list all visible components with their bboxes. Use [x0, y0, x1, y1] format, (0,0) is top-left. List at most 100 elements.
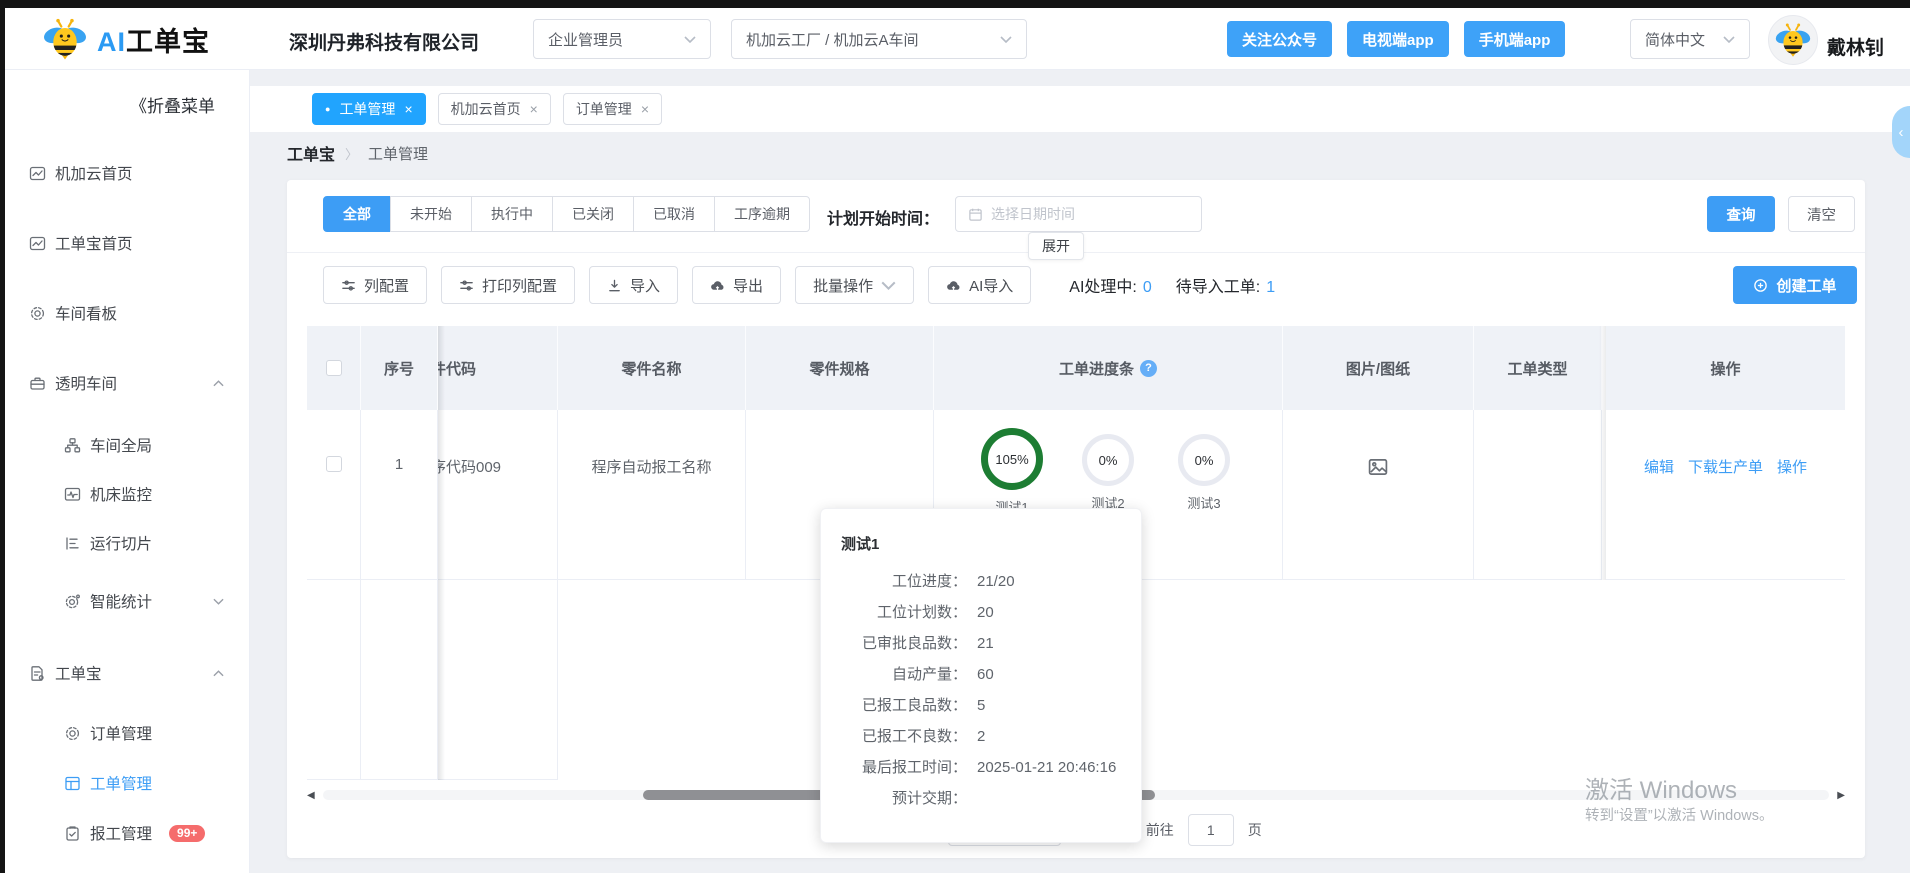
plan-start-time-label: 计划开始时间：	[827, 211, 940, 228]
fixed-columns-extension	[307, 580, 558, 780]
select-all-checkbox[interactable]	[325, 360, 342, 376]
tv-app-button[interactable]: 电视端app	[1347, 21, 1449, 57]
scroll-right-arrow-icon[interactable]: ▶	[1829, 790, 1845, 801]
follow-official-account-button[interactable]: 关注公众号	[1227, 21, 1333, 57]
tab-jijiayun-home[interactable]: 机加云首页 ×	[437, 93, 551, 125]
tab-order-management[interactable]: 订单管理 ×	[562, 93, 662, 125]
table-header: 序号 件代码 零件名称 零件规格 工单进度条 ? 图片/图纸 工单类型 操作	[307, 326, 1845, 410]
breadcrumb: 工单宝 〉 工单管理	[287, 141, 428, 165]
sidebar-item-machine-monitor[interactable]: 机床监控	[5, 479, 250, 509]
status-filter-cancelled[interactable]: 已取消	[633, 196, 715, 232]
role-select[interactable]: 企业管理员	[533, 19, 711, 59]
edit-link[interactable]: 编辑	[1644, 456, 1674, 477]
sliders-icon	[342, 279, 355, 291]
factory-workshop-select[interactable]: 机加云工厂 / 机加云A车间	[731, 19, 1027, 59]
calendar-icon	[969, 208, 982, 221]
sidebar: 《折叠菜单 机加云首页 工单宝首页 车间看板 透明车间 车间全局 机床监控 运行…	[5, 70, 250, 873]
batch-actions-button[interactable]: 批量操作	[795, 266, 915, 304]
progress-ring-0: 0%	[1178, 434, 1230, 486]
create-workorder-button[interactable]: 创建工单	[1733, 266, 1857, 304]
windows-activation-watermark-sub: 转到“设置”以激活 Windows。	[1585, 808, 1774, 824]
tooltip-row: 已报工良品数： 5	[861, 697, 986, 714]
sidebar-item-gongdanbao[interactable]: 工单宝	[5, 658, 250, 688]
chevron-up-icon	[213, 379, 224, 386]
column-config-button[interactable]: 列配置	[323, 266, 428, 304]
side-drawer-handle[interactable]: ‹	[1892, 106, 1910, 158]
sidebar-item-transparent-workshop[interactable]: 透明车间	[5, 368, 250, 398]
plan-start-time-input[interactable]: 选择日期时间	[955, 196, 1202, 232]
sidebar-item-jijiayun-home[interactable]: 机加云首页	[5, 158, 250, 188]
clear-button[interactable]: 清空	[1788, 196, 1855, 232]
progress-ring-0: 0%	[1082, 434, 1134, 486]
window-top-edge	[0, 0, 1910, 8]
close-icon[interactable]: ×	[641, 101, 649, 117]
header-part-name: 零件名称	[558, 326, 746, 410]
picture-icon[interactable]	[1367, 456, 1389, 478]
language-select[interactable]: 简体中文	[1630, 19, 1750, 59]
goto-label: 前往	[1145, 822, 1174, 838]
progress-ring-105: 105%	[981, 428, 1043, 490]
tab-workorder-management[interactable]: ● 工单管理 ×	[312, 93, 426, 125]
export-button[interactable]: 导出	[692, 266, 782, 304]
cell-part-name: 程序自动报工名称	[558, 410, 746, 580]
pending-import-counter: 待导入工单: 1	[1175, 279, 1276, 296]
mobile-app-button[interactable]: 手机端app	[1463, 21, 1566, 57]
sidebar-item-run-slices[interactable]: 运行切片	[5, 528, 250, 558]
cell-part-code: 序代码009	[438, 410, 558, 580]
expand-filters-button[interactable]: 展开	[1028, 232, 1084, 260]
print-column-config-button[interactable]: 打印列配置	[441, 266, 576, 304]
chevron-down-icon	[213, 598, 224, 605]
progress-station-3[interactable]: 0% 测试3	[1161, 428, 1247, 512]
help-icon[interactable]: ?	[1140, 359, 1157, 377]
status-filter-closed[interactable]: 已关闭	[552, 196, 634, 232]
status-filter-overdue[interactable]: 工序逾期	[714, 196, 810, 232]
tooltip-row: 最后报工时间： 2025-01-21 20:46:16	[861, 759, 1117, 776]
close-icon[interactable]: ×	[530, 101, 538, 117]
download-production-sheet-link[interactable]: 下载生产单	[1688, 456, 1763, 477]
app-logo[interactable]: AI工单宝	[43, 17, 210, 61]
sidebar-item-report-management[interactable]: 报工管理 99+	[5, 818, 250, 848]
progress-station-1[interactable]: 105% 测试1	[969, 428, 1055, 516]
cloud-upload-icon	[947, 280, 960, 290]
sidebar-item-gongdanbao-home[interactable]: 工单宝首页	[5, 228, 250, 258]
sidebar-item-workshop-board[interactable]: 车间看板	[5, 298, 250, 328]
sidebar-item-workshop-global[interactable]: 车间全局	[5, 430, 250, 460]
goto-unit: 页	[1247, 822, 1262, 838]
cell-type	[1474, 410, 1602, 580]
sidebar-item-workorder-management[interactable]: 工单管理	[5, 768, 250, 798]
chart-icon	[29, 236, 46, 250]
progress-station-2[interactable]: 0% 测试2	[1065, 428, 1151, 512]
cell-index: 1	[361, 410, 438, 580]
cell-image	[1283, 410, 1474, 580]
cloud-upload-icon	[711, 280, 724, 290]
status-filter-in-progress[interactable]: 执行中	[471, 196, 553, 232]
active-dot-icon: ●	[325, 103, 331, 114]
chevron-down-icon	[881, 281, 896, 290]
collapse-menu-button[interactable]: 《折叠菜单	[130, 92, 215, 117]
search-button[interactable]: 查询	[1707, 196, 1775, 232]
document-gear-icon	[31, 665, 44, 681]
status-filter-all[interactable]: 全部	[323, 196, 391, 232]
more-actions-link[interactable]: 操作	[1777, 456, 1807, 477]
goto-page-input[interactable]	[1187, 814, 1234, 846]
breadcrumb-current: 工单管理	[368, 145, 429, 163]
import-button[interactable]: 导入	[589, 266, 679, 304]
sidebar-item-order-management[interactable]: 订单管理	[5, 718, 250, 748]
app-header: AI工单宝 深圳丹弗科技有限公司 企业管理员 机加云工厂 / 机加云A车间 关注…	[5, 8, 1910, 70]
ai-import-button[interactable]: AI导入	[928, 266, 1032, 304]
date-placeholder: 选择日期时间	[991, 206, 1075, 222]
tooltip-row: 已报工不良数： 2	[861, 728, 986, 745]
clipboard-check-icon	[66, 825, 79, 841]
header-index: 序号	[361, 326, 438, 410]
header-image: 图片/图纸	[1283, 326, 1474, 410]
scroll-left-arrow-icon[interactable]: ◀	[307, 790, 323, 801]
sidebar-item-smart-statistics[interactable]: 智能统计	[5, 586, 250, 616]
close-icon[interactable]: ×	[404, 101, 412, 117]
username[interactable]: 戴林钊	[1827, 33, 1884, 60]
tooltip-row: 已审批良品数： 21	[861, 635, 994, 652]
status-filter-not-started[interactable]: 未开始	[390, 196, 472, 232]
chevron-up-icon	[213, 669, 224, 676]
row-checkbox[interactable]	[325, 456, 342, 472]
user-avatar[interactable]	[1768, 15, 1818, 65]
breadcrumb-root[interactable]: 工单宝	[287, 141, 335, 165]
